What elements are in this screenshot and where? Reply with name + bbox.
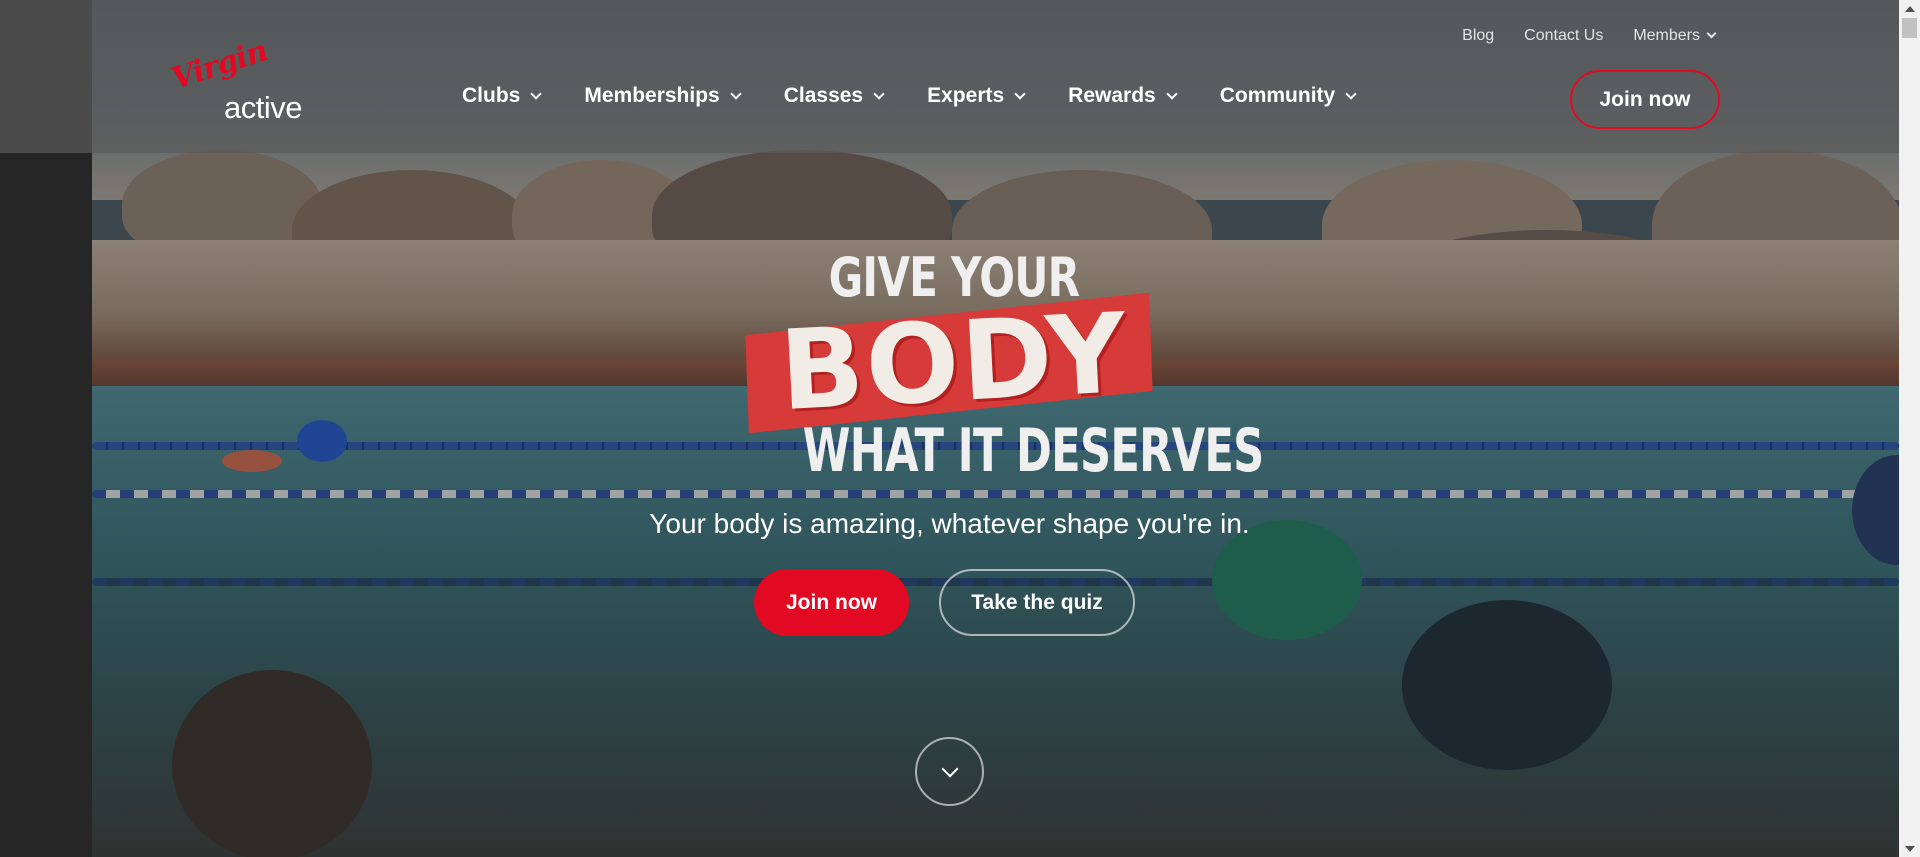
scroll-down-button[interactable] [915,737,984,806]
scroll-down-arrow[interactable] [1899,840,1920,857]
headline-body-block: BODY [744,289,1164,435]
hero-subtitle: Your body is amazing, whatever shape you… [649,508,1250,539]
triangle-up-icon [1904,5,1915,12]
hero-content: GIVE YOUR BODY WHAT IT DESERVES Your bod… [0,0,1899,857]
triangle-down-icon [1904,845,1915,852]
hero-cta-row: Join now Take the quiz [0,569,1899,636]
scroll-up-arrow[interactable] [1899,0,1920,17]
chevron-down-icon [941,760,958,777]
hero-headline: GIVE YOUR BODY WHAT IT DESERVES [744,248,1264,486]
take-the-quiz-button[interactable]: Take the quiz [939,569,1135,636]
headline-body: BODY [776,288,1132,436]
hero-join-now-button[interactable]: Join now [754,569,909,636]
page-scrollbar[interactable] [1899,0,1920,857]
headline-bottom: WHAT IT DESERVES [802,416,1264,486]
scrollbar-thumb[interactable] [1902,18,1917,38]
